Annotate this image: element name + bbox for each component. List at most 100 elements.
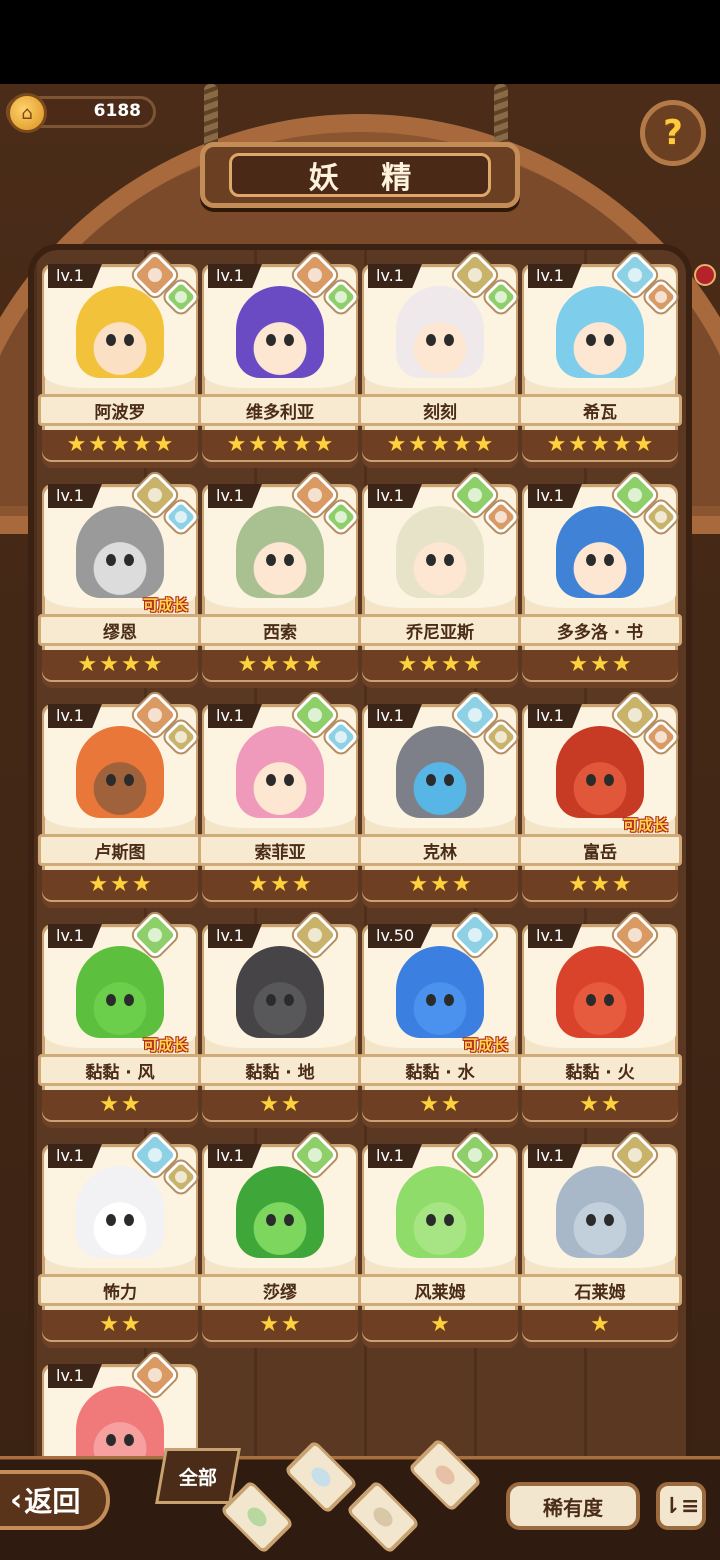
character-portrait [236,506,324,598]
badge-gem [468,928,482,942]
star-icon: ★ [121,1312,141,1337]
fairy-card[interactable]: lv.1 阿波罗 ★ ★ ★ ★ ★ [38,250,202,462]
star-rating: ★ ★ [202,1310,358,1340]
star-icon: ★ [131,872,152,897]
filter-all-button[interactable]: 全部 [155,1448,241,1504]
character-portrait [236,286,324,378]
star-rating: ★ ★ [202,1090,358,1120]
back-button[interactable]: ‹ 返回 [0,1470,110,1530]
eye [586,1214,596,1226]
star-icon: ★ [248,432,269,457]
sort-rarity-button[interactable]: 稀有度 [506,1482,640,1530]
character-portrait [76,506,164,598]
eye [604,554,614,566]
fairy-card[interactable]: lv.1 可成长 富岳 ★ ★ ★ [518,690,682,902]
fairy-card[interactable]: lv.50 可成长 黏黏 · 水 ★ ★ [358,910,522,1122]
fairy-card[interactable]: lv.1 黏黏 · 火 ★ ★ [518,910,682,1122]
star-icon: ★ [430,1312,450,1337]
sprout-icon [246,1506,268,1528]
star-icon: ★ [462,652,483,677]
eye [284,554,294,566]
character-portrait [556,506,644,598]
eye [106,1434,116,1446]
star-icon: ★ [153,432,174,457]
star-icon: ★ [121,652,141,677]
star-icon: ★ [248,872,269,897]
fairy-card[interactable]: lv.1 希瓦 ★ ★ ★ ★ ★ [518,250,682,462]
star-rating: ★ ★ ★ [522,870,678,900]
fairy-card[interactable]: lv.1 莎缪 ★ ★ [198,1130,362,1342]
star-icon: ★ [270,872,290,897]
character-portrait [76,1166,164,1258]
eye [266,994,276,1006]
fairy-card[interactable]: lv.1 可成长 黏黏 · 风 ★ ★ [38,910,202,1122]
badge-gem [628,1148,642,1162]
badge-gem [495,511,507,523]
star-icon: ★ [546,432,567,457]
eye [284,1214,294,1226]
character-name: 阿波罗 [38,394,202,426]
eye [604,774,614,786]
star-icon: ★ [451,872,472,897]
fairy-card[interactable]: lv.1 索菲亚 ★ ★ ★ [198,690,362,902]
home-coin-icon: ⌂ [7,93,47,133]
eye [106,774,116,786]
fairy-card[interactable]: lv.1 黏黏 · 地 ★ ★ [198,910,362,1122]
badge-gem [148,488,162,502]
badge-gem [468,708,482,722]
sort-order-button[interactable]: ⇂≡ [656,1482,706,1530]
fairy-card[interactable]: lv.1 多多洛 · 书 ★ ★ ★ [518,470,682,682]
star-icon: ★ [237,652,258,677]
star-icon: ★ [568,872,589,897]
star-icon: ★ [110,432,130,457]
eye [426,334,436,346]
fairy-card[interactable]: lv.1 维多利亚 ★ ★ ★ ★ ★ [198,250,362,462]
fairy-card[interactable]: lv.1 刻刻 ★ ★ ★ ★ ★ [358,250,522,462]
mountain-icon [372,1506,394,1528]
fairy-card[interactable]: lv.1 西索 ★ ★ ★ ★ [198,470,362,682]
eye [426,554,436,566]
eye [444,554,454,566]
fairy-card[interactable]: lv.1 卢斯图 ★ ★ ★ [38,690,202,902]
star-icon: ★ [291,432,312,457]
star-icon: ★ [408,432,429,457]
fairy-card[interactable]: lv.1 石莱姆 ★ [518,1130,682,1342]
star-icon: ★ [633,432,654,457]
star-icon: ★ [226,432,247,457]
character-name: 黏黏 · 火 [518,1054,682,1086]
page-title: 妖 精 [229,153,491,197]
character-portrait [556,1166,644,1258]
fairy-card[interactable]: lv.1 克林 ★ ★ ★ [358,690,522,902]
star-icon: ★ [313,432,334,457]
help-button[interactable]: ? [640,100,706,166]
fairy-card[interactable]: lv.1 乔尼亚斯 ★ ★ ★ ★ [358,470,522,682]
eye [284,774,294,786]
star-rating: ★ ★ ★ ★ [362,650,518,680]
character-name: 富岳 [518,834,682,866]
star-icon: ★ [590,652,610,677]
star-icon: ★ [291,872,312,897]
volcano-icon [434,1464,456,1486]
star-icon: ★ [131,432,152,457]
fairy-card[interactable]: lv.1 风莱姆 ★ [358,1130,522,1342]
star-rating: ★ ★ [42,1310,198,1340]
growable-label: 可成长 [462,1036,508,1054]
character-name: 黏黏 · 地 [198,1054,362,1086]
character-name: 缪恩 [38,614,202,646]
character-name: 怖力 [38,1274,202,1306]
character-portrait [236,946,324,1038]
star-icon: ★ [88,432,109,457]
water-drop-icon [310,1466,332,1488]
character-name: 乔尼亚斯 [358,614,522,646]
star-icon: ★ [259,1092,279,1117]
eye [444,1214,454,1226]
eye [444,774,454,786]
question-bulb-icon: ? [663,113,683,153]
character-name: 卢斯图 [38,834,202,866]
star-icon: ★ [77,652,98,677]
fairy-card[interactable]: lv.1 可成长 缪恩 ★ ★ ★ ★ [38,470,202,682]
character-portrait [396,506,484,598]
star-icon: ★ [281,652,301,677]
fairy-card[interactable]: lv.1 怖力 ★ ★ [38,1130,202,1342]
badge-gem [335,291,347,303]
